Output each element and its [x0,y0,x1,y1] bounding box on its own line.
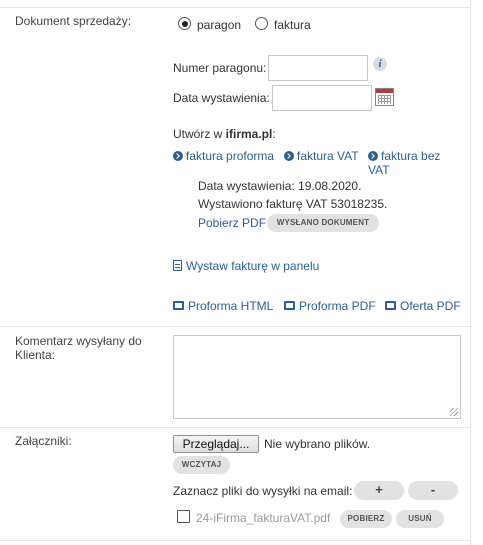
calendar-icon[interactable] [375,88,394,106]
divider [0,540,470,541]
divider [0,326,470,327]
document-icon [173,260,182,271]
issue-date-label: Data wystawienia: [173,91,270,105]
comment-label: Komentarz wysyłany do Klienta: [15,334,142,362]
proforma-html-label: Proforma HTML [188,299,274,313]
circle-arrow-icon [284,151,294,161]
sale-document-label: Dokument sprzedaży: [15,14,132,28]
issue-date-input[interactable] [272,85,372,111]
panel-border [470,0,471,545]
divider [0,427,470,428]
ifirma-create-heading: Utwórz w ifirma.pl: [173,127,276,141]
issue-in-panel-link[interactable]: Wystaw fakturę w panelu [173,259,319,273]
sent-document-badge: WYSŁANO DOKUMENT [267,214,379,232]
radio-paragon[interactable] [178,17,191,30]
receipt-number-label: Numer paragonu: [173,61,267,75]
attachments-label: Załączniki: [15,434,72,448]
comment-textarea[interactable] [173,335,461,419]
link-faktura-proforma-label: faktura proforma [186,149,275,163]
add-file-button[interactable]: + [354,481,404,500]
download-pdf-link[interactable]: Pobierz PDF [198,216,266,230]
printer-icon [173,301,184,310]
file-name: 24-iFirma_fakturaVAT.pdf [196,511,331,525]
ifirma-brand: ifirma.pl [225,127,273,141]
radio-faktura[interactable] [255,17,268,30]
info-icon[interactable]: i [373,57,387,71]
ifirma-create-suffix: : [272,127,276,141]
ifirma-create-prefix: Utwórz w [173,127,226,141]
remove-file-button[interactable]: - [408,481,458,500]
offer-pdf-label: Oferta PDF [400,299,461,313]
issue-in-panel-label: Wystaw fakturę w panelu [186,259,320,273]
no-files-text: Nie wybrano plików. [264,437,371,451]
link-faktura-bez-vat[interactable]: faktura bez VAT [368,149,463,177]
file-delete-button[interactable]: USUŃ [396,510,444,528]
proforma-pdf-link[interactable]: Proforma PDF [284,299,376,313]
select-files-label: Zaznacz pliki do wysyłki na email: [173,484,353,498]
link-faktura-proforma[interactable]: faktura proforma [173,149,274,163]
link-faktura-bez-vat-label: faktura bez VAT [368,149,441,177]
issue-date-info: Data wystawienia: 19.08.2020. [198,179,362,193]
link-faktura-vat[interactable]: faktura VAT [284,149,359,163]
printer-icon [284,301,295,310]
receipt-number-input[interactable] [268,55,368,81]
file-checkbox[interactable] [177,510,190,523]
proforma-pdf-label: Proforma PDF [299,299,376,313]
radio-paragon-label: paragon [197,18,242,32]
proforma-html-link[interactable]: Proforma HTML [173,299,273,313]
invoice-info: Wystawiono fakturę VAT 53018235. [198,197,388,211]
radio-faktura-label: faktura [274,18,311,32]
divider [0,7,470,8]
resize-grip-icon[interactable] [450,408,458,416]
circle-arrow-icon [368,151,378,161]
load-button[interactable]: WCZYTAJ [173,456,230,474]
circle-arrow-icon [173,151,183,161]
offer-pdf-link[interactable]: Oferta PDF [385,299,461,313]
file-download-button[interactable]: POBIERZ [340,510,392,528]
link-faktura-vat-label: faktura VAT [297,149,359,163]
printer-icon [385,301,396,310]
browse-button[interactable]: Przeglądaj... [173,435,259,453]
order-form: Dokument sprzedaży: paragon faktura Nume… [0,0,470,545]
